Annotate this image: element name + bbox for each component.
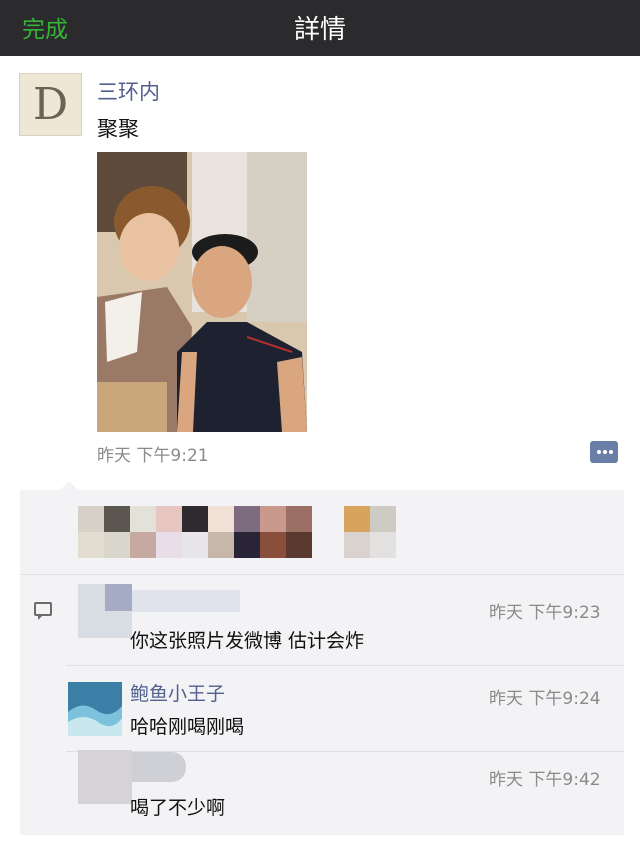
like-avatar[interactable] xyxy=(286,532,312,558)
wave-avatar-icon xyxy=(68,682,122,736)
like-avatar[interactable] xyxy=(130,506,156,532)
blurred-avatar-patch xyxy=(105,584,132,611)
comment-divider xyxy=(66,665,624,666)
like-avatar[interactable] xyxy=(208,506,234,532)
post-text: 聚聚 xyxy=(97,117,139,141)
comment-text: 喝了不少啊 xyxy=(130,797,226,819)
avatar-logo-letter: D xyxy=(32,79,69,130)
blurred-author-name xyxy=(132,590,240,612)
comment-icon xyxy=(34,602,52,620)
navigation-bar: 完成 詳情 xyxy=(0,0,640,56)
interaction-panel: 昨天 下午9:23 你这张照片发微博 估计会炸 鲍鱼小王子 昨天 下午9:24 … xyxy=(20,481,624,835)
like-avatar[interactable] xyxy=(130,532,156,558)
like-avatar[interactable] xyxy=(370,532,396,558)
blurred-avatar xyxy=(78,750,132,804)
like-avatar[interactable] xyxy=(78,532,104,558)
like-avatar[interactable] xyxy=(344,532,370,558)
blurred-author-name xyxy=(132,752,186,782)
likes-row xyxy=(78,506,398,558)
like-avatar[interactable] xyxy=(156,532,182,558)
comment-avatar[interactable] xyxy=(78,584,132,638)
like-avatar[interactable] xyxy=(344,506,370,532)
comment-text: 哈哈刚喝刚喝 xyxy=(130,716,245,738)
like-avatar[interactable] xyxy=(234,506,260,532)
like-avatar[interactable] xyxy=(104,532,130,558)
comment-timestamp: 昨天 下午9:24 xyxy=(489,689,601,709)
comment-avatar[interactable] xyxy=(78,750,132,804)
like-avatar[interactable] xyxy=(182,532,208,558)
likes-divider xyxy=(20,574,624,575)
like-avatar[interactable] xyxy=(234,532,260,558)
panel-pointer xyxy=(60,481,78,490)
comment-bubble-icon[interactable] xyxy=(590,441,618,463)
like-avatar[interactable] xyxy=(260,506,286,532)
post-photo-image xyxy=(97,152,307,432)
like-avatar[interactable] xyxy=(208,532,234,558)
like-avatar[interactable] xyxy=(182,506,208,532)
comment-timestamp: 昨天 下午9:42 xyxy=(489,770,601,790)
comment-author-name[interactable]: 鲍鱼小王子 xyxy=(130,679,225,706)
page-title: 詳情 xyxy=(293,15,346,45)
like-avatar[interactable] xyxy=(370,506,396,532)
like-avatar[interactable] xyxy=(260,532,286,558)
comment-avatar[interactable] xyxy=(68,682,122,736)
comment-timestamp: 昨天 下午9:23 xyxy=(489,603,601,623)
post-author-name[interactable]: 三环内 xyxy=(97,76,160,106)
post-photo[interactable] xyxy=(97,152,307,432)
like-avatar[interactable] xyxy=(78,506,104,532)
like-avatar[interactable] xyxy=(104,506,130,532)
comment-text: 你这张照片发微博 估计会炸 xyxy=(130,630,365,652)
like-avatar[interactable] xyxy=(156,506,182,532)
avatar[interactable]: D xyxy=(19,73,82,136)
like-avatar[interactable] xyxy=(286,506,312,532)
post-timestamp: 昨天 下午9:21 xyxy=(97,446,209,466)
